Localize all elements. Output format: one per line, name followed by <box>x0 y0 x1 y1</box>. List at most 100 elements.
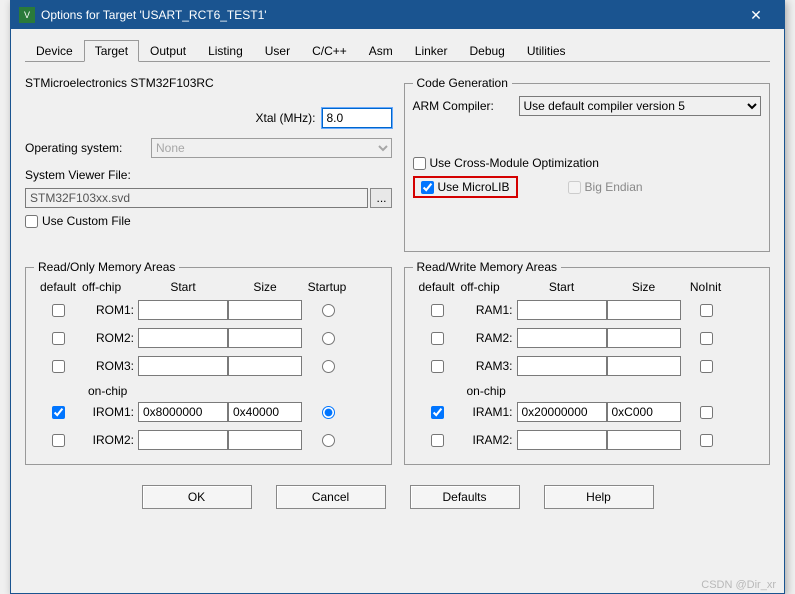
mem-noinit-checkbox[interactable] <box>700 406 713 419</box>
svf-browse-button[interactable]: ... <box>370 188 392 208</box>
mem-size-input[interactable] <box>607 300 681 320</box>
mem-noinit-checkbox[interactable] <box>700 332 713 345</box>
mem-noinit-checkbox[interactable] <box>700 304 713 317</box>
mem-startup-radio[interactable] <box>322 434 335 447</box>
mem-row: ROM2: <box>34 326 383 350</box>
microlib-checkbox[interactable]: Use MicroLIB <box>421 180 510 194</box>
mem-default-checkbox[interactable] <box>431 332 444 345</box>
tab-user[interactable]: User <box>254 40 301 62</box>
mem-startup-radio[interactable] <box>322 360 335 373</box>
tab-debug[interactable]: Debug <box>458 40 515 62</box>
mem-start-input[interactable] <box>517 300 607 320</box>
mem-default-checkbox[interactable] <box>431 360 444 373</box>
mem-size-input[interactable] <box>228 300 302 320</box>
mem-default-checkbox[interactable] <box>52 304 65 317</box>
mem-start-input[interactable] <box>138 328 228 348</box>
tab-asm[interactable]: Asm <box>358 40 404 62</box>
watermark: CSDN @Dir_xr <box>701 579 776 591</box>
ok-button[interactable]: OK <box>142 485 252 509</box>
tab-linker[interactable]: Linker <box>404 40 459 62</box>
mem-start-input[interactable] <box>517 328 607 348</box>
mem-start-input[interactable] <box>138 356 228 376</box>
mem-row: IROM1: <box>34 400 383 424</box>
mem-row: IRAM2: <box>413 428 762 452</box>
mem-startup-radio[interactable] <box>322 406 335 419</box>
codegen-legend: Code Generation <box>413 76 512 90</box>
readonly-group: Read/Only Memory Areas default off-chip … <box>25 260 392 465</box>
close-icon[interactable]: ✕ <box>736 1 776 29</box>
mem-size-input[interactable] <box>228 356 302 376</box>
ro-onchip-label: on-chip <box>88 382 383 400</box>
help-button[interactable]: Help <box>544 485 654 509</box>
ro-head-start: Start <box>138 280 228 294</box>
tab-utilities[interactable]: Utilities <box>516 40 577 62</box>
use-custom-file-label: Use Custom File <box>42 214 131 228</box>
rw-head-default: default <box>413 280 461 294</box>
compiler-select[interactable]: Use default compiler version 5 <box>519 96 762 116</box>
mem-start-input[interactable] <box>517 402 607 422</box>
mem-size-input[interactable] <box>607 356 681 376</box>
mem-default-checkbox[interactable] <box>431 406 444 419</box>
tabstrip: DeviceTargetOutputListingUserC/C++AsmLin… <box>25 39 770 62</box>
mem-row: IROM2: <box>34 428 383 452</box>
mem-start-input[interactable] <box>517 356 607 376</box>
ro-head-size: Size <box>228 280 302 294</box>
mem-size-input[interactable] <box>607 328 681 348</box>
mem-default-checkbox[interactable] <box>52 434 65 447</box>
tab-device[interactable]: Device <box>25 40 84 62</box>
mem-default-checkbox[interactable] <box>52 406 65 419</box>
mem-start-input[interactable] <box>138 402 228 422</box>
use-custom-file-checkbox[interactable]: Use Custom File <box>25 214 131 228</box>
rw-head-offchip: off-chip <box>461 280 517 294</box>
tab-target[interactable]: Target <box>84 40 139 62</box>
readwrite-group: Read/Write Memory Areas default off-chip… <box>404 260 771 465</box>
xtal-input[interactable] <box>322 108 392 128</box>
rw-head-noinit: NoInit <box>681 280 731 294</box>
mem-size-input[interactable] <box>228 402 302 422</box>
mem-name: IROM2: <box>82 433 138 447</box>
mem-size-input[interactable] <box>228 328 302 348</box>
mem-size-input[interactable] <box>607 430 681 450</box>
mem-row: RAM1: <box>413 298 762 322</box>
tab-cc[interactable]: C/C++ <box>301 40 358 62</box>
mem-start-input[interactable] <box>138 300 228 320</box>
mem-row: ROM3: <box>34 354 383 378</box>
mem-name: ROM1: <box>82 303 138 317</box>
defaults-button[interactable]: Defaults <box>410 485 520 509</box>
mem-row: RAM2: <box>413 326 762 350</box>
mem-default-checkbox[interactable] <box>431 434 444 447</box>
big-endian-checkbox[interactable]: Big Endian <box>568 180 643 194</box>
svf-label: System Viewer File: <box>25 168 131 182</box>
mem-name: IRAM2: <box>461 433 517 447</box>
tab-output[interactable]: Output <box>139 40 197 62</box>
mem-name: ROM2: <box>82 331 138 345</box>
mem-noinit-checkbox[interactable] <box>700 360 713 373</box>
cross-module-checkbox[interactable]: Use Cross-Module Optimization <box>413 156 599 170</box>
mem-row: RAM3: <box>413 354 762 378</box>
device-name: STMicroelectronics STM32F103RC <box>25 76 214 90</box>
mem-name: IRAM1: <box>461 405 517 419</box>
ro-head-default: default <box>34 280 82 294</box>
mem-row: ROM1: <box>34 298 383 322</box>
mem-startup-radio[interactable] <box>322 304 335 317</box>
mem-default-checkbox[interactable] <box>52 360 65 373</box>
mem-startup-radio[interactable] <box>322 332 335 345</box>
mem-name: RAM3: <box>461 359 517 373</box>
ro-head-startup: Startup <box>302 280 352 294</box>
mem-noinit-checkbox[interactable] <box>700 434 713 447</box>
os-select[interactable]: None <box>151 138 392 158</box>
tab-listing[interactable]: Listing <box>197 40 254 62</box>
mem-size-input[interactable] <box>607 402 681 422</box>
app-icon: V <box>19 7 35 23</box>
mem-start-input[interactable] <box>138 430 228 450</box>
rw-onchip-label: on-chip <box>467 382 762 400</box>
mem-start-input[interactable] <box>517 430 607 450</box>
titlebar: V Options for Target 'USART_RCT6_TEST1' … <box>11 1 784 29</box>
svf-input[interactable] <box>25 188 368 208</box>
mem-name: IROM1: <box>82 405 138 419</box>
mem-size-input[interactable] <box>228 430 302 450</box>
cancel-button[interactable]: Cancel <box>276 485 386 509</box>
mem-default-checkbox[interactable] <box>431 304 444 317</box>
mem-default-checkbox[interactable] <box>52 332 65 345</box>
mem-name: RAM2: <box>461 331 517 345</box>
